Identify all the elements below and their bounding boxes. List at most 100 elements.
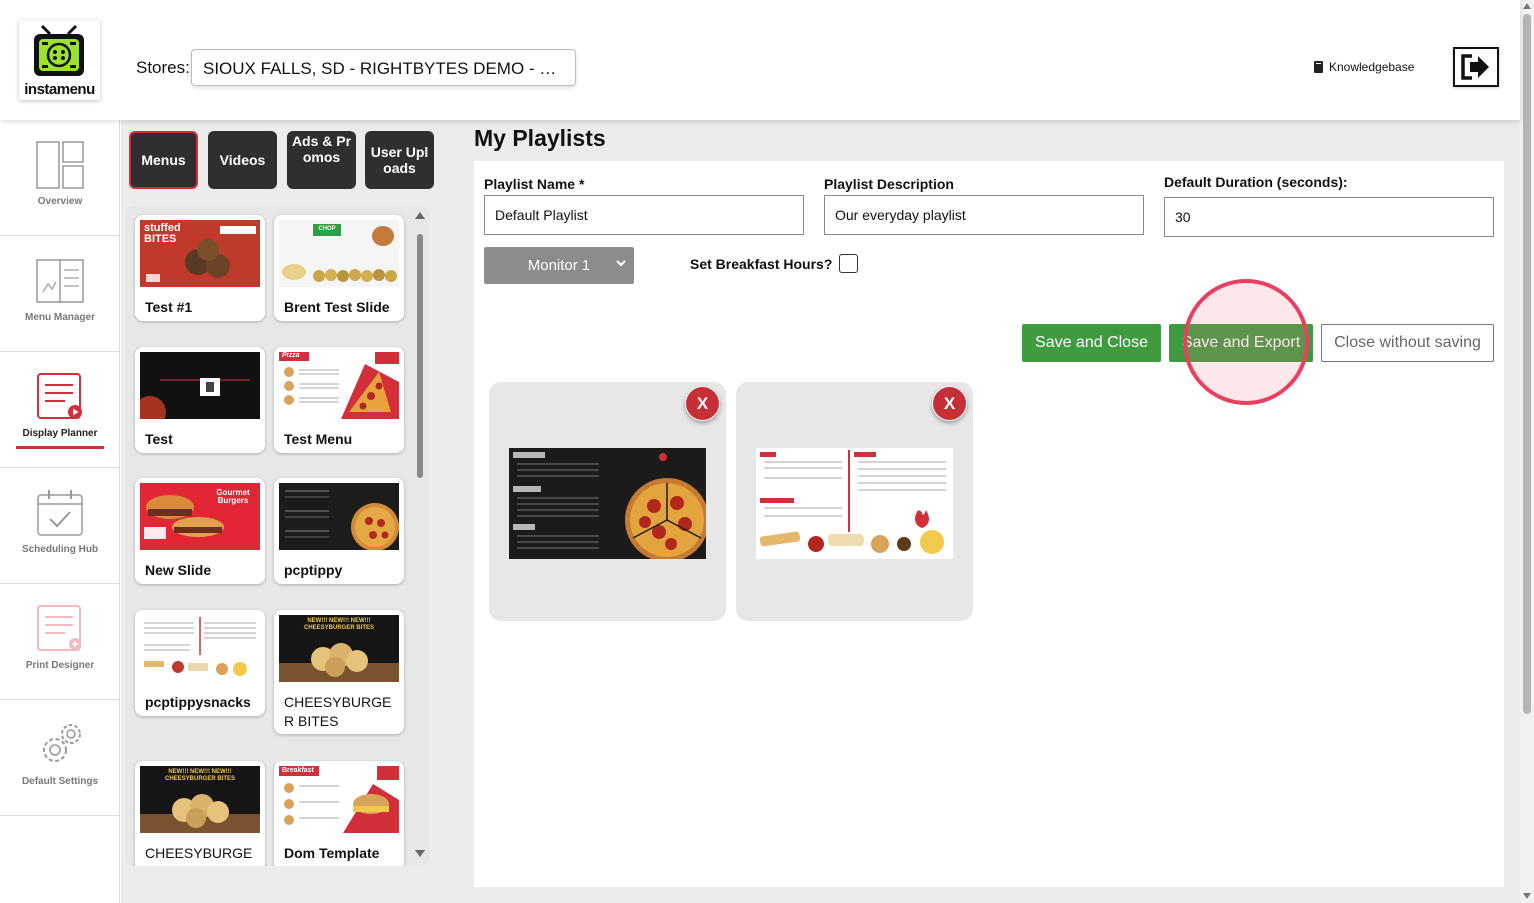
- page-scroll-up-icon[interactable]: [1523, 3, 1531, 9]
- left-navigation: Overview Menu Manager Display Planner Sc…: [0, 120, 120, 903]
- remove-slide-button[interactable]: X: [685, 386, 720, 421]
- nav-item-display-planner[interactable]: Display Planner: [0, 352, 120, 468]
- playlist-slot[interactable]: X: [736, 382, 973, 621]
- page-title: My Playlists: [474, 125, 606, 151]
- remove-slide-button[interactable]: X: [932, 386, 967, 421]
- save-and-export-button[interactable]: Save and Export: [1169, 324, 1313, 362]
- nav-item-print-designer[interactable]: Print Designer: [0, 584, 120, 700]
- save-and-close-button[interactable]: Save and Close: [1022, 324, 1161, 362]
- slide-card-title: pcptippysnacks: [145, 694, 251, 710]
- playlist-slot[interactable]: X: [489, 382, 726, 621]
- knowledgebase-link[interactable]: Knowledgebase: [1314, 60, 1414, 74]
- category-tab-user-uploads[interactable]: User Uploads: [365, 131, 434, 189]
- playlist-name-label: Playlist Name *: [484, 176, 585, 192]
- playlist-name-input[interactable]: Default Playlist: [484, 195, 804, 235]
- monitor-select-value: Monitor 1: [527, 257, 591, 274]
- scroll-thumb[interactable]: [417, 234, 423, 478]
- breakfast-hours-label: Set Breakfast Hours?: [690, 256, 833, 272]
- slide-card-title: Test: [145, 431, 173, 447]
- slide-thumbnail: Breakfast: [279, 766, 399, 833]
- nav-item-menu-manager[interactable]: Menu Manager: [0, 236, 120, 352]
- category-tab-menus[interactable]: Menus: [129, 131, 198, 189]
- playlist-editor: Playlist Name * Default Playlist Playlis…: [474, 161, 1504, 887]
- slide-library-list[interactable]: stuffed BITES Test #1 CHOP Brent Test Sl…: [126, 206, 429, 866]
- slide-thumbnail-lettering: NEW!!! NEW!!! NEW!!! CHEESYBURGER BITES: [303, 618, 374, 631]
- tv-logo-icon: [34, 24, 84, 76]
- monitor-select[interactable]: Monitor 1: [484, 247, 634, 284]
- slide-card[interactable]: NEW!!! NEW!!! NEW!!! CHEESYBURGER BITES …: [135, 761, 265, 866]
- playlist-description-input[interactable]: Our everyday playlist: [824, 195, 1144, 235]
- logout-button[interactable]: [1453, 47, 1499, 87]
- slide-card[interactable]: pcptippysnacks: [135, 610, 265, 716]
- slide-thumbnail: CHOP: [279, 220, 399, 287]
- playlist-slot-thumbnail: [756, 448, 953, 559]
- playlist-slot-thumbnail: [509, 448, 706, 559]
- page-scrollbar[interactable]: [1520, 0, 1534, 903]
- content-library-panel: Menus Videos Ads & Promos User Uploads s…: [121, 120, 444, 903]
- slide-thumbnail-lettering: Pizza: [282, 352, 300, 359]
- top-header: instamenu Stores: SIOUX FALLS, SD - RIGH…: [0, 0, 1520, 120]
- slide-card[interactable]: Breakfast Dom Template: [274, 761, 404, 866]
- slide-thumbnail: NEW!!! NEW!!! NEW!!! CHEESYBURGER BITES: [140, 766, 260, 833]
- slide-card-title: Test Menu: [284, 431, 353, 447]
- slide-card-title: CHEESYBURGER BITES: [284, 694, 392, 729]
- menu-board-icon: [36, 259, 84, 303]
- slide-thumbnail-lettering: Gourmet Burgers: [216, 488, 250, 505]
- scroll-down-arrow-icon[interactable]: [415, 850, 425, 857]
- dashboard-icon: [36, 141, 84, 189]
- calendar-check-icon: [37, 490, 83, 536]
- nav-item-default-settings[interactable]: Default Settings: [0, 700, 120, 816]
- instamenu-logo[interactable]: instamenu: [19, 20, 100, 100]
- page-scroll-down-icon[interactable]: [1523, 893, 1531, 899]
- nav-label-print-designer: Print Designer: [25, 660, 95, 671]
- nav-label-scheduling-hub: Scheduling Hub: [21, 544, 99, 555]
- active-nav-indicator: [16, 446, 104, 449]
- slide-card[interactable]: NEW!!! NEW!!! NEW!!! CHEESYBURGER BITES …: [274, 610, 404, 734]
- slide-thumbnail: [279, 483, 399, 550]
- nav-label-display-planner: Display Planner: [22, 428, 98, 439]
- stores-label: Stores:: [136, 58, 190, 77]
- slide-card[interactable]: stuffed BITES Test #1: [135, 215, 265, 321]
- slide-card[interactable]: Gourmet Burgers New Slide: [135, 478, 265, 584]
- display-planner-icon: [37, 373, 82, 419]
- nav-item-overview[interactable]: Overview: [0, 120, 120, 236]
- slide-card[interactable]: CHOP Brent Test Slide: [274, 215, 404, 321]
- slide-thumbnail: Gourmet Burgers: [140, 483, 260, 550]
- slide-thumbnail: [140, 352, 260, 419]
- slide-card[interactable]: Pizza Test Menu: [274, 347, 404, 453]
- default-duration-input[interactable]: 30: [1164, 197, 1494, 237]
- chevron-down-icon: [616, 260, 626, 267]
- store-select[interactable]: SIOUX FALLS, SD - RIGHTBYTES DEMO - 1…: [191, 49, 576, 86]
- logout-icon: [1461, 54, 1489, 80]
- page-scroll-thumb[interactable]: [1523, 14, 1531, 714]
- gears-icon: [43, 724, 81, 762]
- print-designer-icon: [37, 605, 81, 651]
- slide-thumbnail-lettering: stuffed BITES: [144, 222, 181, 245]
- slide-card[interactable]: Test: [135, 347, 265, 453]
- category-tab-videos[interactable]: Videos: [208, 131, 277, 189]
- main-content: My Playlists Playlist Name * Default Pla…: [444, 120, 1520, 903]
- nav-label-menu-manager: Menu Manager: [24, 312, 95, 323]
- playlist-description-label: Playlist Description: [824, 176, 954, 192]
- slide-thumbnail: Pizza: [279, 352, 399, 419]
- library-scrollbar[interactable]: [412, 206, 426, 866]
- breakfast-hours-checkbox[interactable]: [839, 254, 858, 273]
- slide-thumbnail: stuffed BITES: [140, 220, 260, 287]
- nav-item-scheduling-hub[interactable]: Scheduling Hub: [0, 468, 120, 584]
- knowledgebase-label: Knowledgebase: [1329, 60, 1415, 74]
- default-duration-label: Default Duration (seconds):: [1164, 174, 1348, 190]
- scroll-up-arrow-icon[interactable]: [415, 212, 425, 219]
- slide-card-title: pcptippy: [284, 562, 343, 578]
- slide-thumbnail: [140, 615, 260, 682]
- book-icon: [1314, 61, 1323, 73]
- slide-card-title: CHEESYBURGE: [145, 845, 253, 861]
- slide-card[interactable]: pcptippy: [274, 478, 404, 584]
- slide-thumbnail-lettering: NEW!!! NEW!!! NEW!!! CHEESYBURGER BITES: [164, 769, 235, 782]
- category-tab-ads-promos[interactable]: Ads & Promos: [287, 131, 356, 189]
- close-without-saving-button[interactable]: Close without saving: [1321, 324, 1494, 362]
- slide-thumbnail-lettering: CHOP: [318, 226, 336, 232]
- slide-card-title: Brent Test Slide: [284, 299, 390, 315]
- nav-label-default-settings: Default Settings: [21, 776, 99, 787]
- slide-thumbnail-lettering: Breakfast: [282, 767, 314, 774]
- slide-card-title: Dom Template: [284, 845, 380, 861]
